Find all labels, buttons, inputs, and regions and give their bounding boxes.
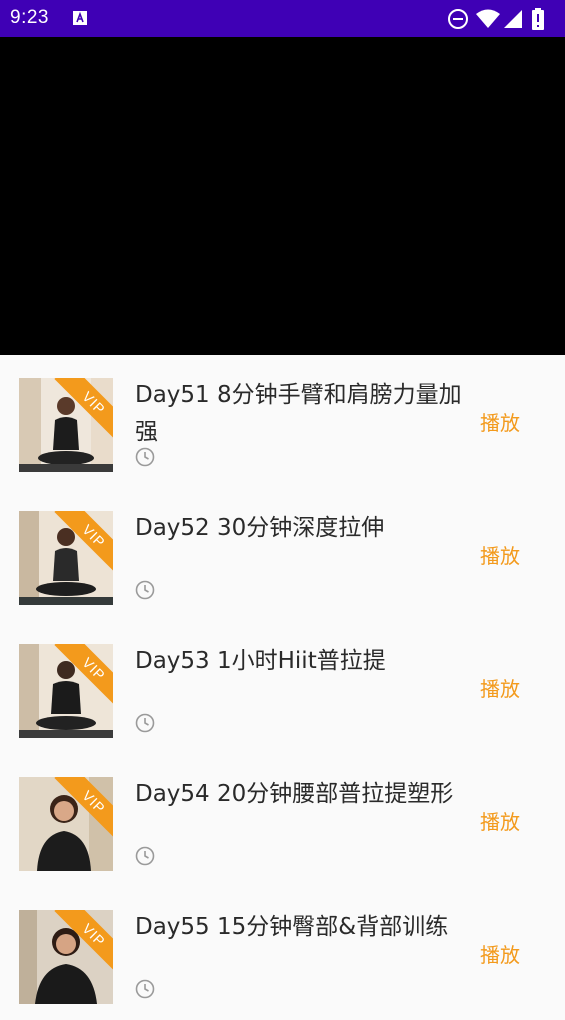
thumbnail: VIP bbox=[19, 511, 113, 605]
text-badge-icon bbox=[73, 11, 87, 25]
list-item[interactable]: VIP Day51 8分钟手臂和肩膀力量加强 播放 bbox=[0, 355, 565, 488]
clock-icon bbox=[135, 580, 155, 600]
play-button[interactable]: 播放 bbox=[480, 673, 520, 702]
status-time: 9:23 bbox=[10, 7, 49, 28]
list-item[interactable]: VIP Day55 15分钟臀部&背部训练 播放 bbox=[0, 887, 565, 1020]
play-button[interactable]: 播放 bbox=[480, 806, 520, 835]
clock-icon bbox=[135, 713, 155, 733]
clock-icon bbox=[135, 447, 155, 467]
do-not-disturb-icon bbox=[448, 9, 468, 29]
thumbnail: VIP bbox=[19, 644, 113, 738]
list-item[interactable]: VIP Day53 1小时Hiit普拉提 播放 bbox=[0, 621, 565, 754]
play-button[interactable]: 播放 bbox=[480, 540, 520, 569]
signal-icon bbox=[504, 10, 522, 28]
item-title: Day55 15分钟臀部&背部训练 bbox=[135, 914, 449, 940]
battery-icon bbox=[532, 8, 544, 30]
video-player[interactable] bbox=[0, 37, 565, 355]
play-button[interactable]: 播放 bbox=[480, 939, 520, 968]
clock-icon bbox=[135, 846, 155, 866]
play-button[interactable]: 播放 bbox=[480, 407, 520, 436]
clock-icon bbox=[135, 979, 155, 999]
thumbnail: VIP bbox=[19, 378, 113, 472]
item-title: Day51 8分钟手臂和肩膀力量加强 bbox=[135, 382, 462, 445]
status-bar: 9:23 bbox=[0, 0, 565, 37]
item-title: Day53 1小时Hiit普拉提 bbox=[135, 648, 386, 674]
item-title: Day54 20分钟腰部普拉提塑形 bbox=[135, 781, 454, 807]
list-item[interactable]: VIP Day52 30分钟深度拉伸 播放 bbox=[0, 488, 565, 621]
thumbnail: VIP bbox=[19, 910, 113, 1004]
item-title: Day52 30分钟深度拉伸 bbox=[135, 515, 385, 541]
list-item[interactable]: VIP Day54 20分钟腰部普拉提塑形 播放 bbox=[0, 754, 565, 887]
wifi-icon bbox=[476, 9, 500, 28]
thumbnail: VIP bbox=[19, 777, 113, 871]
